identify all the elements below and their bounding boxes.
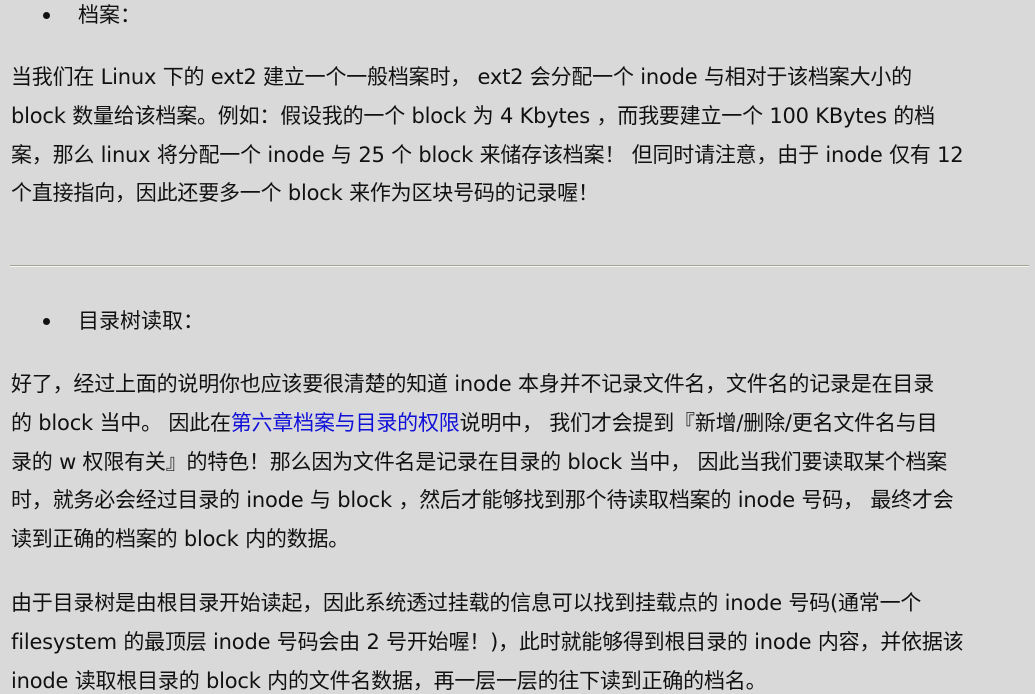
chapter-six-permissions-link[interactable]: 第六章档案与目录的权限: [231, 411, 460, 435]
text-line: filesystem 的最顶层 inode 号码会由 2 号开始喔！)，此时就能…: [11, 629, 964, 654]
text-line: 由于目录树是由根目录开始读起，因此系统透过挂载的信息可以找到挂载点的 inode…: [11, 591, 922, 615]
text-line: 读到正确的档案的 block 内的数据。: [11, 527, 350, 552]
paragraph-directory-tree: 好了，经过上面的说明你也应该要很清楚的知道 inode 本身并不记录文件名，文件…: [11, 365, 1029, 559]
bullet-label: 目录树读取：: [78, 309, 204, 333]
text-line: 当我们在 Linux 下的 ext2 建立一个一般档案时， ext2 会分配一个…: [11, 65, 912, 89]
text-segment: 说明中， 我们才会提到『新增/删除/更名文件名与目: [459, 410, 938, 435]
bullet-label: 档案：: [78, 3, 141, 27]
horizontal-divider: [10, 265, 1029, 267]
bullet-item-directory-tree: 目录树读取：: [0, 306, 204, 336]
text-line: 个直接指向，因此还要多一个 block 来作为区块号码的记录喔！: [11, 181, 599, 206]
bullet-dot-icon: [43, 11, 50, 19]
bullet-item-files: 档案：: [0, 0, 141, 30]
paragraph-root-reading: 由于目录树是由根目录开始读起，因此系统透过挂载的信息可以找到挂载点的 inode…: [11, 584, 1029, 694]
paragraph-files: 当我们在 Linux 下的 ext2 建立一个一般档案时， ext2 会分配一个…: [11, 58, 1029, 213]
text-segment: 的 block 当中。 因此在: [11, 410, 231, 435]
text-line: inode 读取根目录的 block 内的文件名数据，再一层一层的往下读到正确的…: [11, 668, 767, 693]
text-line: 的 block 当中。 因此在第六章档案与目录的权限说明中， 我们才会提到『新增…: [11, 404, 1029, 443]
text-line: 好了，经过上面的说明你也应该要很清楚的知道 inode 本身并不记录文件名，文件…: [11, 372, 934, 396]
text-line: block 数量给该档案。例如：假设我的一个 block 为 4 Kbytes …: [11, 103, 935, 128]
bullet-dot-icon: [43, 317, 50, 325]
text-line: 案，那么 linux 将分配一个 inode 与 25 个 block 来储存该…: [11, 142, 964, 167]
text-line: 时，就务必会经过目录的 inode 与 block ，然后才能够找到那个待读取档…: [11, 488, 954, 513]
text-line: 录的 w 权限有关』的特色！那么因为文件名是记录在目录的 block 当中， 因…: [11, 449, 948, 474]
